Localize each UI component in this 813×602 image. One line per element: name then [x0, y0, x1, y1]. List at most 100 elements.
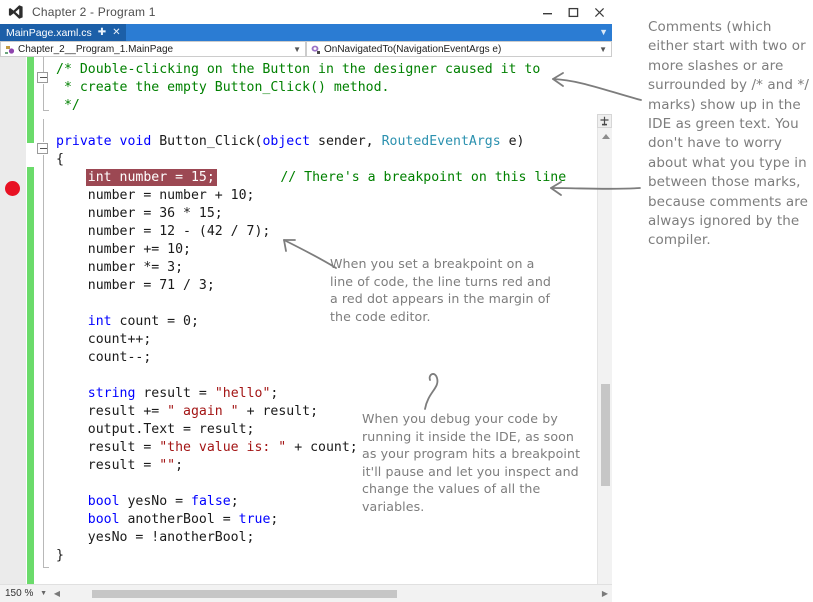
code-token: "the value is: " [159, 440, 287, 455]
window-titlebar: Chapter 2 - Program 1 [0, 0, 612, 24]
code-token: * create the empty Button_Click() method… [56, 80, 390, 95]
scroll-right-triangle-right-icon[interactable]: ▶ [598, 589, 612, 598]
code-token: ; [270, 512, 279, 527]
outline-guide [43, 155, 44, 567]
code-line[interactable]: number = number + 10; [56, 187, 590, 205]
scroll-left-triangle-left-icon[interactable]: ◀ [50, 589, 64, 598]
split-view-icon[interactable] [597, 114, 612, 128]
code-token: object [262, 134, 311, 149]
code-line[interactable]: string result = "hello"; [56, 385, 590, 403]
document-tab-strip: MainPage.xaml.cs ✚ ✕ ▼ [0, 24, 612, 41]
code-line[interactable] [56, 115, 590, 133]
code-token: result = [56, 458, 160, 473]
code-token: string [87, 386, 136, 401]
code-line[interactable]: number = 36 * 15; [56, 205, 590, 223]
code-token: /* Double-clicking on the Button in the … [56, 62, 541, 77]
code-token: count++; [56, 332, 152, 347]
maximize-icon[interactable] [560, 1, 586, 23]
window-controls [534, 0, 612, 24]
code-token: result = [56, 440, 160, 455]
code-token: bool [87, 512, 120, 527]
code-line[interactable]: number = 12 - (42 / 7); [56, 223, 590, 241]
code-token: result += [56, 404, 168, 419]
tab-mainpage-xaml-cs[interactable]: MainPage.xaml.cs ✚ ✕ [0, 24, 126, 41]
code-token: // There's a breakpoint on this line [280, 170, 567, 185]
code-token: Button_Click( [151, 134, 263, 149]
annotation-breakpoint-note: When you set a breakpoint on a line of c… [330, 256, 552, 324]
code-token: private [56, 134, 112, 149]
member-dropdown-chevron-down-icon[interactable]: ▼ [595, 45, 611, 54]
vertical-scrollbar[interactable] [597, 114, 612, 584]
code-token: ; [175, 458, 184, 473]
code-token: ; [270, 386, 279, 401]
code-token: RoutedEventArgs [381, 134, 501, 149]
type-dropdown-chevron-down-icon[interactable]: ▼ [289, 45, 305, 54]
tab-overflow-chevron-down-icon[interactable]: ▼ [599, 28, 608, 37]
code-token: void [119, 134, 152, 149]
code-navigation-bar: Chapter_2__Program_1.MainPage ▼ OnNaviga… [0, 41, 612, 57]
zoom-level-dropdown[interactable]: 150 % ▼ [2, 586, 50, 602]
member-dropdown[interactable]: OnNavigatedTo(NavigationEventArgs e) ▼ [306, 41, 612, 57]
code-line[interactable] [56, 367, 590, 385]
horizontal-scrollbar-thumb[interactable] [92, 589, 397, 598]
screenshot-root: Chapter 2 - Program 1 MainPage.xaml.cs ✚… [0, 0, 813, 602]
vertical-scrollbar-thumb[interactable] [601, 384, 610, 486]
pin-icon[interactable]: ✚ [98, 27, 106, 38]
minimize-icon[interactable] [534, 1, 560, 23]
code-token: + count; [286, 440, 358, 455]
type-dropdown[interactable]: Chapter_2__Program_1.MainPage ▼ [0, 41, 306, 57]
zoom-chevron-down-icon[interactable]: ▼ [40, 590, 50, 597]
code-token: number = number + 10; [56, 188, 255, 203]
collapse-minus-icon[interactable] [37, 143, 48, 154]
code-line[interactable]: * create the empty Button_Click() method… [56, 79, 590, 97]
tab-label: MainPage.xaml.cs [6, 26, 92, 39]
breakpoint-dot-icon[interactable] [5, 181, 20, 196]
code-token: result = [135, 386, 215, 401]
method-icon [310, 44, 321, 55]
annotation-debug-note: When you debug your code by running it i… [362, 411, 581, 514]
editor-indicator-margin[interactable] [0, 57, 26, 584]
horizontal-scrollbar[interactable]: ◀ ▶ [50, 585, 612, 602]
code-token: true [238, 512, 271, 527]
code-token: ; [230, 494, 239, 509]
code-token: bool [87, 494, 120, 509]
code-token: " again " [167, 404, 239, 419]
code-token: e) [500, 134, 525, 149]
change-indicator-bar [27, 57, 34, 143]
editor-status-bar: 150 % ▼ ◀ ▶ [0, 584, 612, 602]
outline-guide [43, 84, 44, 110]
code-token: sender, [310, 134, 382, 149]
code-line[interactable]: private void Button_Click(object sender,… [56, 133, 590, 151]
code-token: number = 71 / 3; [56, 278, 215, 293]
code-line[interactable]: yesNo = !anotherBool; [56, 529, 590, 547]
annotation-comments-note: Comments (which either start with two or… [648, 19, 809, 249]
code-line[interactable]: int number = 15; // There's a breakpoint… [56, 169, 590, 187]
code-token: } [56, 548, 64, 563]
breakpoint-highlighted-code: int number = 15; [85, 169, 217, 186]
editor-outlining-margin[interactable] [36, 57, 52, 584]
outline-end-tick [43, 567, 49, 568]
code-line[interactable]: count--; [56, 349, 590, 367]
tab-close-icon[interactable]: ✕ [112, 27, 120, 38]
visual-studio-logo-icon [8, 4, 24, 20]
code-line[interactable]: { [56, 151, 590, 169]
horizontal-scrollbar-track[interactable] [64, 586, 598, 602]
member-dropdown-value: OnNavigatedTo(NavigationEventArgs e) [324, 43, 502, 55]
collapse-minus-icon[interactable] [37, 72, 48, 83]
code-line[interactable]: count++; [56, 331, 590, 349]
code-token: */ [56, 98, 80, 113]
code-line[interactable]: */ [56, 97, 590, 115]
code-line[interactable]: } [56, 547, 590, 565]
scroll-up-triangle-up-icon[interactable] [598, 130, 612, 143]
code-token: { [56, 152, 64, 167]
close-icon[interactable] [586, 1, 612, 23]
code-token: "" [159, 458, 176, 473]
code-token: count = 0; [111, 314, 199, 329]
code-token: yesNo = !anotherBool; [56, 530, 255, 545]
code-token: "hello" [214, 386, 271, 401]
code-line[interactable]: /* Double-clicking on the Button in the … [56, 61, 590, 79]
